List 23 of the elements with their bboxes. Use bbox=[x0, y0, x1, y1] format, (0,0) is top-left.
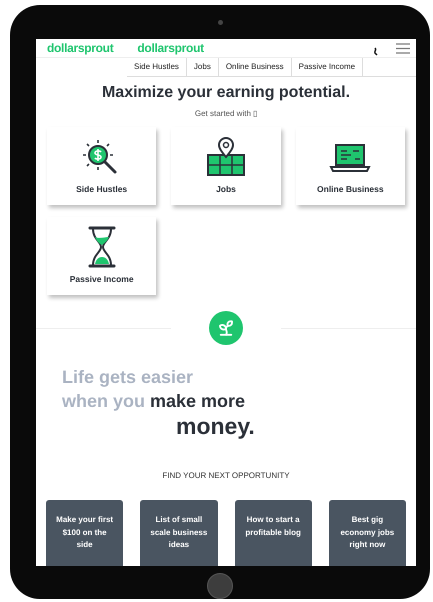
article-card[interactable]: Make your first $100 on the side bbox=[46, 500, 124, 566]
article-card[interactable]: Best gig economy jobs right now bbox=[328, 500, 406, 566]
hero-title: Maximize your earning potential. bbox=[102, 83, 350, 103]
menu-item[interactable]: Passive Income bbox=[292, 58, 364, 76]
section-heading: FIND YOUR NEXT OPPORTUNITY bbox=[161, 471, 291, 481]
article-card[interactable]: How to start a profitable blog bbox=[234, 500, 312, 566]
category-card[interactable]: Jobs bbox=[171, 127, 281, 205]
menu-item[interactable]: Online Business bbox=[218, 58, 292, 76]
article-card[interactable]: List of small scale business ideas bbox=[140, 500, 218, 566]
hero-subtitle: Get started with ▯ bbox=[194, 109, 258, 119]
squiggle-icon bbox=[373, 46, 378, 56]
tagline-text: money. bbox=[176, 413, 255, 439]
home-button[interactable] bbox=[207, 573, 233, 599]
sprout-icon bbox=[217, 319, 235, 337]
category-card[interactable]: Side Hustles bbox=[47, 127, 156, 205]
tagline-text: when you bbox=[62, 390, 146, 413]
tagline-text: Life gets easier bbox=[62, 366, 194, 389]
tagline-text: make more bbox=[150, 390, 246, 413]
category-card[interactable]: Passive Income bbox=[47, 217, 156, 295]
menu-icon[interactable] bbox=[396, 42, 410, 54]
menu-item[interactable]: Side Hustles bbox=[127, 58, 187, 76]
menu-item[interactable]: Jobs bbox=[186, 58, 219, 76]
category-card[interactable]: Online Business bbox=[296, 127, 405, 205]
